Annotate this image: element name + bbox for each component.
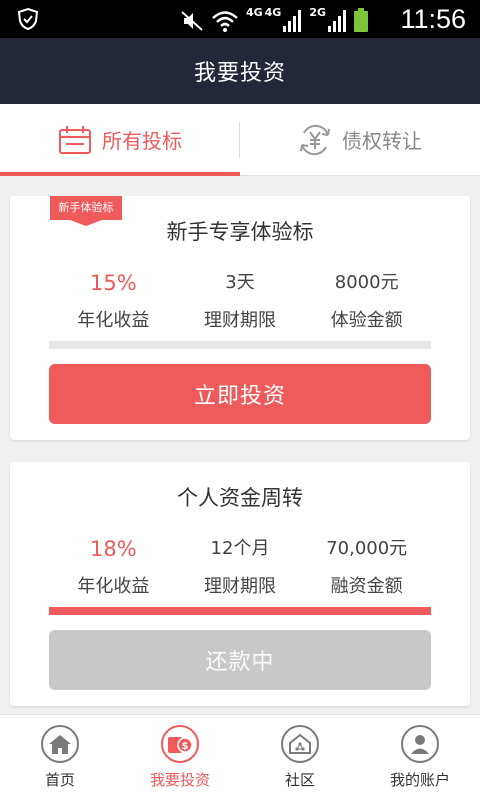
network-type-2: 4G xyxy=(264,6,282,19)
network-type-1: 4G xyxy=(245,6,263,19)
tab-debt-transfer[interactable]: 债权转让 xyxy=(240,104,480,175)
nav-home[interactable]: 首页 xyxy=(0,715,120,800)
app-header: 我要投资 xyxy=(0,38,480,104)
stat-term: 3天 理财期限 xyxy=(177,268,304,332)
tab-divider xyxy=(239,122,240,158)
progress-fill xyxy=(49,607,431,615)
community-icon xyxy=(281,725,319,763)
progress-bar xyxy=(49,607,431,615)
invest-icon: $ xyxy=(161,725,199,763)
term-value: 12个月 xyxy=(210,538,270,559)
svg-text:$: $ xyxy=(182,741,189,752)
rate-label: 年化收益 xyxy=(77,576,150,597)
rate-value: 18% xyxy=(89,537,137,561)
rate-label: 年化收益 xyxy=(77,310,150,331)
tab-label: 债权转让 xyxy=(342,129,422,153)
signal-icon xyxy=(283,10,302,32)
stat-amount: 8000元 体验金额 xyxy=(303,268,430,332)
amount-label: 融资金额 xyxy=(330,576,403,597)
nav-account[interactable]: 我的账户 xyxy=(360,715,480,800)
nav-label: 首页 xyxy=(44,771,75,789)
tab-all-bids[interactable]: 所有投标 xyxy=(0,104,240,176)
amount-value: 8000元 xyxy=(334,272,399,293)
repaying-button[interactable]: 还款中 xyxy=(49,630,431,690)
term-label: 理财期限 xyxy=(204,310,276,331)
progress-bar xyxy=(49,341,431,349)
battery-icon xyxy=(354,8,368,32)
nav-invest[interactable]: $ 我要投资 xyxy=(120,715,240,800)
shield-icon xyxy=(17,7,39,31)
bid-title: 新手专享体验标 xyxy=(166,220,314,244)
bid-stats: 18% 年化收益 12个月 理财期限 70,000元 融资金额 xyxy=(50,534,430,598)
amount-label: 体验金额 xyxy=(330,310,403,331)
mute-icon xyxy=(181,11,203,31)
signal-icon-2 xyxy=(328,10,346,32)
nav-label: 社区 xyxy=(284,771,315,789)
tab-label: 所有投标 xyxy=(102,129,182,153)
nav-label: 我要投资 xyxy=(149,771,210,789)
nav-community[interactable]: 社区 xyxy=(240,715,360,800)
invest-now-button[interactable]: 立即投资 xyxy=(49,364,431,424)
bid-title: 个人资金周转 xyxy=(177,486,303,510)
page-title: 我要投资 xyxy=(193,61,286,86)
bid-card[interactable]: 新手体验标 新手专享体验标 15% 年化收益 3天 理财期限 8000元 体验金… xyxy=(10,196,470,440)
user-icon xyxy=(401,725,439,763)
wifi-icon xyxy=(212,11,238,32)
bottom-nav: 首页 $ 我要投资 社区 我的账户 xyxy=(0,714,480,800)
network-type-3: 2G xyxy=(309,6,326,19)
calendar-icon xyxy=(59,125,91,154)
status-bar: 4G 4G 2G 11:56 xyxy=(0,0,480,38)
amount-value: 70,000元 xyxy=(326,538,408,559)
stat-rate: 15% 年化收益 xyxy=(50,268,177,332)
term-value: 3天 xyxy=(225,272,255,293)
rate-value: 15% xyxy=(89,271,137,295)
bid-stats: 15% 年化收益 3天 理财期限 8000元 体验金额 xyxy=(50,268,430,332)
home-icon xyxy=(41,725,79,763)
bid-card[interactable]: 个人资金周转 18% 年化收益 12个月 理财期限 70,000元 融资金额 还… xyxy=(10,462,470,706)
status-icons: 4G 4G 2G xyxy=(180,6,368,32)
stat-term: 12个月 理财期限 xyxy=(177,534,304,598)
tab-bar: 所有投标 债权转让 xyxy=(0,104,480,176)
term-label: 理财期限 xyxy=(204,576,276,597)
clock: 11:56 xyxy=(400,4,466,34)
stat-rate: 18% 年化收益 xyxy=(50,534,177,598)
nav-label: 我的账户 xyxy=(389,771,450,789)
yen-transfer-icon xyxy=(300,124,330,155)
stat-amount: 70,000元 融资金额 xyxy=(303,534,430,598)
